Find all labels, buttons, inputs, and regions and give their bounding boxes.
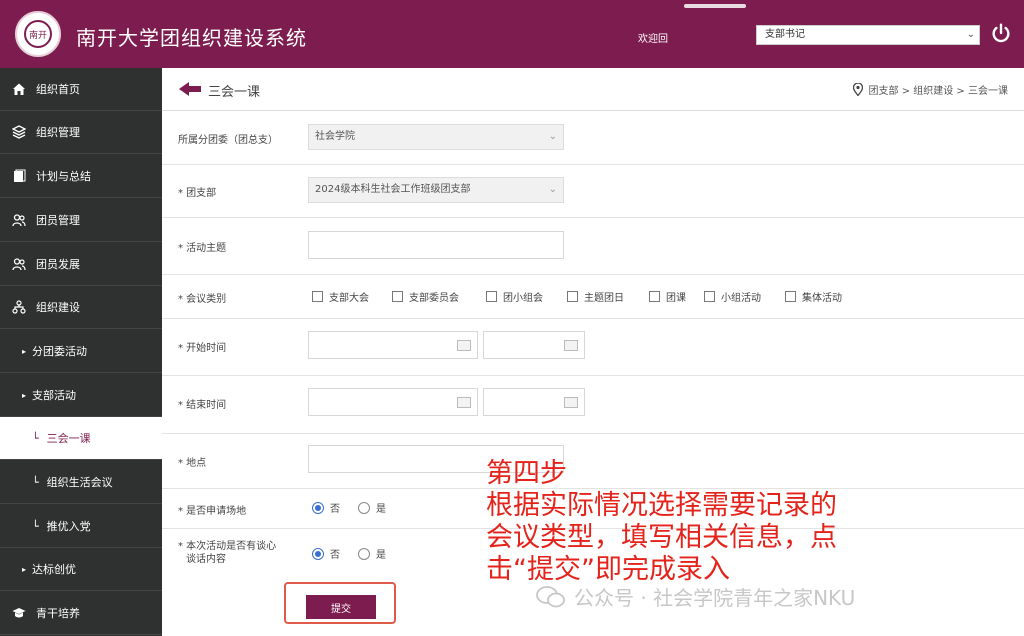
logo-emblem: 南开 (24, 20, 52, 48)
org-chart-icon (12, 300, 26, 314)
start-time-input[interactable] (483, 331, 585, 359)
branch-select[interactable]: 2024级本科生社会工作班级团支部 ⌄ (308, 177, 564, 203)
caret-right-icon: ▸ (22, 564, 27, 574)
meeting-type-checkbox[interactable]: 团小组会 (486, 289, 543, 304)
form-row-start-time: * 开始时间 (162, 318, 1024, 376)
apply-venue-label: * 是否申请场地 (178, 506, 247, 517)
theme-label: * 活动主题 (178, 243, 227, 254)
end-time-label: * 结束时间 (178, 400, 227, 411)
meeting-type-checkbox[interactable]: 团课 (649, 289, 686, 304)
sidebar-item-plan[interactable]: 计划与总结 (0, 155, 162, 198)
end-time-input[interactable] (483, 388, 585, 416)
page-title: 三会一课 (208, 85, 261, 100)
meeting-type-checkbox[interactable]: 支部委员会 (392, 289, 459, 304)
place-label: * 地点 (178, 458, 207, 469)
record-label: * 本次活动是否有谈心 谈话内容 (178, 541, 277, 565)
sidebar-item-three-meetings[interactable]: └ 三会一课 (0, 417, 162, 460)
meeting-type-label: * 会议类别 (178, 294, 227, 305)
chevron-down-icon: ⌄ (548, 131, 557, 142)
university-logo: 南开 (15, 11, 61, 57)
role-select[interactable]: 支部书记 ⌄ (756, 25, 980, 45)
users-icon (12, 213, 26, 227)
sidebar-item-committee-activity[interactable]: ▸ 分团委活动 (0, 330, 162, 373)
form-row-end-time: * 结束时间 (162, 375, 1024, 434)
apply-venue-no-radio[interactable]: 否 (312, 500, 340, 515)
sidebar: 组织首页 组织管理 计划与总结 团员管理 团员发展 组织建设 ▸ 分团委活动 ▸… (0, 68, 162, 636)
committee-select[interactable]: 社会学院 ⌄ (308, 124, 564, 150)
sidebar-item-org-manage[interactable]: 组织管理 (0, 111, 162, 154)
form-row-theme: * 活动主题 (162, 217, 1024, 275)
tree-branch-icon: └ (32, 431, 39, 445)
meeting-type-checkbox[interactable]: 主题团日 (567, 289, 624, 304)
sidebar-item-excellence[interactable]: ▸ 达标创优 (0, 548, 162, 591)
location-pin-icon (852, 83, 863, 96)
power-icon[interactable] (990, 22, 1012, 44)
start-date-input[interactable] (308, 331, 478, 359)
system-title: 南开大学团组织建设系统 (76, 26, 307, 50)
users-icon (12, 257, 26, 271)
sidebar-item-life-meeting[interactable]: └ 组织生活会议 (0, 461, 162, 504)
welcome-text: 欢迎回 (638, 34, 668, 45)
sidebar-item-recommend-party[interactable]: └ 推优入党 (0, 505, 162, 548)
record-yes-radio[interactable]: 是 (358, 546, 386, 561)
book-icon (12, 169, 26, 183)
top-header: 南开 南开大学团组织建设系统 欢迎回 支部书记 ⌄ (0, 0, 1024, 72)
calendar-icon[interactable] (564, 340, 578, 351)
branch-label: * 团支部 (178, 188, 217, 199)
chevron-down-icon: ⌄ (548, 184, 557, 195)
start-time-label: * 开始时间 (178, 343, 227, 354)
form-row-branch: * 团支部 2024级本科生社会工作班级团支部 ⌄ (162, 164, 1024, 218)
calendar-icon[interactable] (457, 340, 471, 351)
breadcrumb: 团支部 > 组织建设 > 三会一课 (852, 82, 1008, 97)
sidebar-item-cadre-training[interactable]: 青干培养 (0, 592, 162, 635)
sidebar-item-member-manage[interactable]: 团员管理 (0, 199, 162, 242)
home-icon (12, 82, 26, 96)
submit-button[interactable]: 提交 (306, 595, 376, 619)
layers-icon (12, 125, 26, 139)
watermark: 公众号 · 社会学院青年之家NKU (536, 582, 855, 611)
sidebar-item-member-develop[interactable]: 团员发展 (0, 243, 162, 286)
theme-input[interactable] (308, 231, 564, 259)
sidebar-item-org-build[interactable]: 组织建设 (0, 286, 162, 329)
wechat-icon (536, 585, 565, 607)
form-row-meeting-type: * 会议类别 支部大会 支部委员会 团小组会 主题团日 团课 小组活动 集体活动 (162, 274, 1024, 319)
user-tab (676, 0, 754, 72)
end-date-input[interactable] (308, 388, 478, 416)
meeting-type-checkbox[interactable]: 支部大会 (312, 289, 369, 304)
apply-venue-yes-radio[interactable]: 是 (358, 500, 386, 515)
calendar-icon[interactable] (564, 397, 578, 408)
back-arrow-icon[interactable] (178, 81, 202, 97)
sidebar-item-branch-activity[interactable]: ▸ 支部活动 (0, 374, 162, 417)
page-topbar: 三会一课 团支部 > 组织建设 > 三会一课 (162, 68, 1024, 111)
caret-right-icon: ▸ (22, 346, 27, 356)
meeting-type-checkbox[interactable]: 小组活动 (704, 289, 761, 304)
calendar-icon[interactable] (457, 397, 471, 408)
committee-label: 所属分团委（团总支） (178, 135, 278, 146)
meeting-type-group: 支部大会 支部委员会 团小组会 主题团日 团课 小组活动 集体活动 (312, 289, 1012, 304)
form-row-committee: 所属分团委（团总支） 社会学院 ⌄ (162, 111, 1024, 165)
record-no-radio[interactable]: 否 (312, 546, 340, 561)
meeting-type-checkbox[interactable]: 集体活动 (785, 289, 842, 304)
graduation-cap-icon (12, 606, 26, 620)
tree-branch-icon: └ (32, 475, 39, 489)
tree-branch-icon: └ (32, 519, 39, 533)
instruction-annotation: 第四步 根据实际情况选择需要记录的 会议类型，填写相关信息，点 击“提交”即完成… (486, 458, 837, 585)
chevron-down-icon: ⌄ (966, 29, 975, 40)
role-select-value: 支部书记 (765, 29, 805, 40)
sidebar-item-home[interactable]: 组织首页 (0, 68, 162, 111)
caret-right-icon: ▸ (22, 390, 27, 400)
